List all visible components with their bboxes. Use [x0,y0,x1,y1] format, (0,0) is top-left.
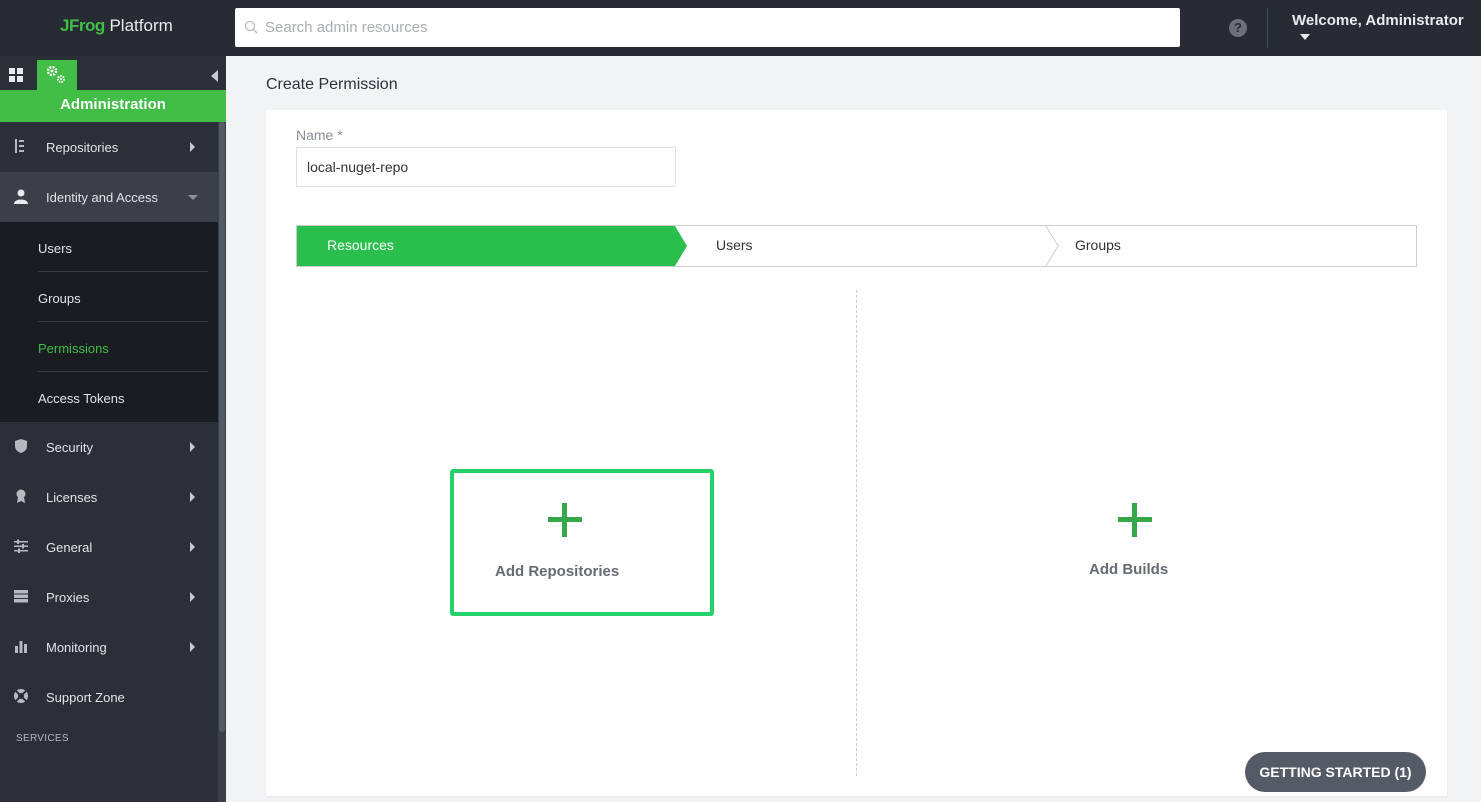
column-divider [856,290,857,776]
add-repositories-label: Add Repositories [495,563,620,580]
sidebar-item-security[interactable]: Security [0,422,218,472]
top-bar: JFrog Platform ? Welcome, Administrator [0,0,1481,56]
search-input[interactable] [265,8,1165,47]
module-title: Administration [0,90,226,122]
sidebar-item-licenses[interactable]: Licenses [0,472,218,522]
jfrog-logo[interactable]: JFrog Platform [60,16,173,36]
tree-icon [15,139,24,153]
add-builds-button[interactable]: Add Builds [1066,495,1196,595]
chevron-right-icon [190,492,195,502]
plus-icon [548,503,582,537]
sliders-icon [14,539,28,553]
chevron-right-icon [190,542,195,552]
step-users-label[interactable]: Users [716,237,753,253]
logo-product: Platform [109,16,173,35]
chevron-right-icon [190,142,195,152]
sidebar-item-label: Support Zone [46,690,125,705]
services-heading: SERVICES [16,733,69,744]
submenu-item-label: Permissions [38,341,109,356]
chevron-down-icon [188,195,198,200]
sidebar-item-identity-and-access[interactable]: Identity and Access [0,172,218,222]
sidebar-item-proxies[interactable]: Proxies [0,572,218,622]
permission-steps: Resources Users Groups [296,225,1417,267]
chevron-down-icon[interactable] [1300,34,1310,40]
sidebar-item-label: Security [46,440,93,455]
chevron-right-icon [190,442,195,452]
sidebar-item-support-zone[interactable]: Support Zone [0,672,218,722]
submenu-item-permissions[interactable]: Permissions [38,322,208,372]
name-input[interactable] [307,148,667,186]
shield-icon [15,439,27,453]
submenu-item-label: Users [38,241,72,256]
chevron-right-icon [190,592,195,602]
search-box[interactable] [235,8,1180,47]
step-separator [1045,226,1059,266]
bar-chart-icon [15,641,27,653]
add-builds-label: Add Builds [1089,561,1169,578]
step-resources-label[interactable]: Resources [327,237,394,253]
sidebar-item-label: Licenses [46,490,98,505]
sidebar-item-label: General [46,540,93,555]
sidebar-item-monitoring[interactable]: Monitoring [0,622,218,672]
sidebar-item-general[interactable]: General [0,522,218,572]
permission-form-card: Name * Resources Users Groups Add Reposi… [266,110,1447,796]
sidebar-scrollbar[interactable] [218,122,226,802]
sidebar-header [0,56,226,90]
server-icon [14,590,28,603]
sidebar-item-label: Identity and Access [46,190,159,205]
lifebuoy-icon [14,689,28,703]
getting-started-button[interactable]: GETTING STARTED (1) [1245,752,1426,792]
sidebar: Administration Repositories Identity and… [0,56,226,802]
header-divider [1267,8,1268,48]
identity-submenu: Users Groups Permissions Access Tokens [0,222,218,422]
user-icon [14,189,28,204]
submenu-item-label: Groups [38,291,81,306]
step-groups-label[interactable]: Groups [1075,237,1121,253]
gears-icon [46,65,65,83]
page-title: Create Permission [266,76,398,93]
sidebar-item-repositories[interactable]: Repositories [0,122,218,172]
sidebar-item-label: Monitoring [46,640,107,655]
collapse-sidebar-icon[interactable] [211,70,218,82]
apps-grid-icon[interactable] [9,68,23,82]
user-menu-welcome[interactable]: Welcome, Administrator [1292,12,1464,29]
submenu-item-access-tokens[interactable]: Access Tokens [38,372,208,422]
submenu-item-label: Access Tokens [38,391,125,406]
name-label: Name * [296,127,343,143]
add-repositories-button[interactable]: Add Repositories [450,469,714,616]
submenu-item-groups[interactable]: Groups [38,272,208,322]
plus-icon [1118,503,1152,537]
chevron-right-icon [190,642,195,652]
logo-brand: JFrog [60,16,105,35]
search-icon [244,20,258,34]
license-icon [16,489,26,503]
sidebar-item-label: Repositories [46,140,119,155]
sidebar-item-label: Proxies [46,590,90,605]
submenu-item-users[interactable]: Users [38,222,208,272]
name-field[interactable] [296,147,676,187]
admin-gear-tab[interactable] [37,60,77,90]
help-icon[interactable]: ? [1229,19,1247,37]
scrollbar-thumb[interactable] [219,122,225,732]
